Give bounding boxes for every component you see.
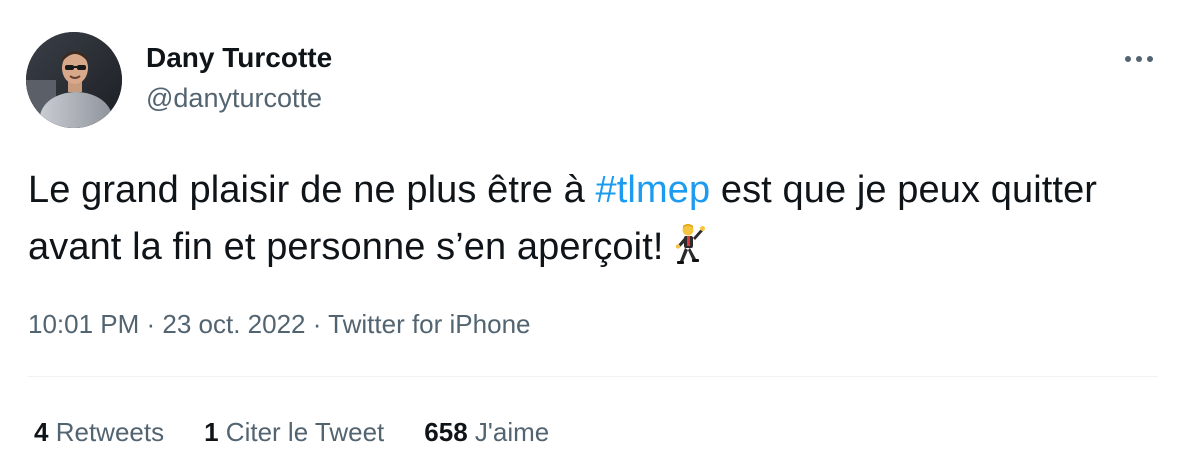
likes-label: J'aime — [474, 417, 550, 447]
more-horizontal-icon — [1125, 56, 1153, 62]
meta-separator-2: · — [305, 309, 329, 339]
meta-separator: · — [139, 309, 163, 339]
user-handle[interactable]: @danyturcotte — [146, 80, 332, 116]
likes-stat[interactable]: 658 J'aime — [424, 414, 549, 450]
more-options-button[interactable] — [1122, 46, 1156, 72]
tweet-date[interactable]: 23 oct. 2022 — [162, 309, 305, 339]
divider — [28, 376, 1158, 377]
man-dancing-icon — [674, 223, 708, 284]
quotes-stat[interactable]: 1 Citer le Tweet — [204, 414, 384, 450]
quotes-count: 1 — [204, 417, 219, 447]
retweets-stat[interactable]: 4 Retweets — [34, 414, 164, 450]
engagement-stats: 4 Retweets 1 Citer le Tweet 658 J'aime — [34, 414, 589, 450]
tweet-time[interactable]: 10:01 PM — [28, 309, 139, 339]
tweet-card: Dany Turcotte @danyturcotte Le grand pla… — [0, 0, 1186, 468]
likes-count: 658 — [424, 417, 468, 447]
hashtag-link[interactable]: #tlmep — [596, 169, 711, 211]
quotes-label: Citer le Tweet — [225, 417, 385, 447]
display-name[interactable]: Dany Turcotte — [146, 40, 332, 76]
tweet-text-start: Le grand plaisir de ne plus être à — [28, 169, 596, 211]
tweet-source[interactable]: Twitter for iPhone — [328, 309, 530, 339]
tweet-metadata: 10:01 PM · 23 oct. 2022 · Twitter for iP… — [28, 304, 530, 344]
retweets-count: 4 — [34, 417, 49, 447]
author-info: Dany Turcotte @danyturcotte — [146, 40, 332, 116]
tweet-text: Le grand plaisir de ne plus être à #tlme… — [28, 162, 1148, 284]
retweets-label: Retweets — [55, 417, 165, 447]
avatar[interactable] — [26, 32, 122, 128]
